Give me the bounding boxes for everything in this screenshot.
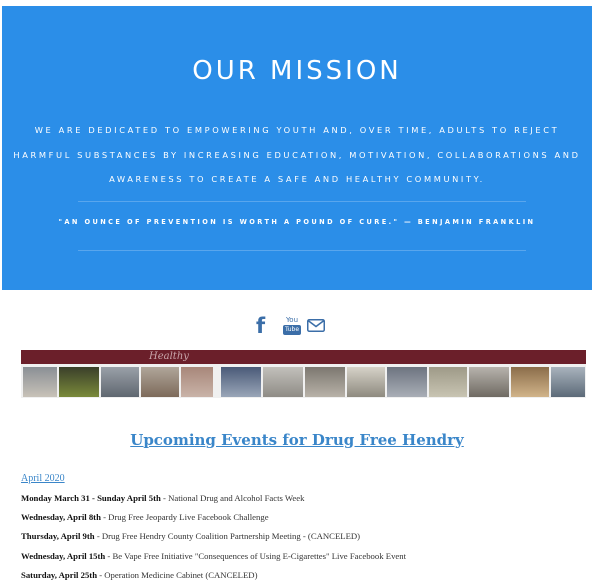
mail-icon[interactable]	[307, 319, 325, 337]
divider	[78, 250, 526, 251]
mission-title: OUR MISSION	[192, 56, 402, 86]
photo-thumbnail	[23, 367, 57, 397]
youtube-icon[interactable]: You Tube	[283, 316, 301, 336]
photo-thumbnail	[511, 367, 549, 397]
events-heading-link[interactable]: Upcoming Events for Drug Free Hendry	[0, 431, 594, 449]
event-description: - Be Vape Free Initiative "Consequences …	[105, 550, 407, 561]
youtube-icon-bottom: Tube	[283, 325, 301, 335]
banner-header: Healthy	[21, 350, 586, 364]
month-link[interactable]: April 2020	[21, 473, 65, 484]
event-item: Wednesday, April 15th - Be Vape Free Ini…	[21, 547, 581, 566]
photo-thumbnail	[181, 367, 213, 397]
event-date: Monday March 31 - Sunday April 5th	[21, 493, 161, 503]
event-item: Monday March 31 - Sunday April 5th - Nat…	[21, 489, 581, 508]
mission-statement: WE ARE DEDICATED TO EMPOWERING YOUTH AND…	[13, 125, 581, 184]
event-description: - National Drug and Alcohol Facts Week	[160, 493, 305, 503]
event-item: Wednesday, April 8th - Drug Free Jeopard…	[21, 508, 581, 527]
event-date: Thursday, April 9th	[21, 531, 95, 542]
photo-thumbnail	[263, 367, 303, 397]
photo-banner: Healthy	[21, 350, 586, 398]
event-description: - Drug Free Jeopardy Live Facebook Chall…	[100, 512, 269, 523]
photo-thumbnail	[429, 367, 467, 397]
events-list: Monday March 31 - Sunday April 5th - Nat…	[21, 489, 581, 585]
photo-thumbnail	[305, 367, 345, 397]
event-date: Wednesday, April 15th	[21, 550, 106, 561]
photo-thumbnail	[551, 367, 585, 397]
social-links: f You Tube	[256, 315, 336, 337]
facebook-icon[interactable]: f	[256, 315, 265, 337]
event-description: - Drug Free Hendry County Coalition Part…	[94, 531, 361, 542]
event-item: Thursday, April 9th - Drug Free Hendry C…	[21, 527, 581, 546]
youtube-icon-top: You	[285, 316, 299, 324]
divider	[78, 201, 526, 202]
mission-section: OUR MISSION WE ARE DEDICATED TO EMPOWERI…	[2, 6, 592, 290]
mission-quote: "AN OUNCE OF PREVENTION IS WORTH A POUND…	[58, 218, 536, 226]
photo-thumbnail	[141, 367, 179, 397]
photo-thumbnail	[101, 367, 139, 397]
banner-script-text: Healthy	[149, 351, 189, 362]
photo-thumbnail	[221, 367, 261, 397]
photo-thumbnail	[347, 367, 385, 397]
photo-thumbnail	[59, 367, 99, 397]
photo-thumbnail	[387, 367, 427, 397]
photo-thumbnail	[469, 367, 509, 397]
event-item: Saturday, April 25th - Operation Medicin…	[21, 566, 581, 585]
event-date: Wednesday, April 8th	[21, 512, 101, 523]
